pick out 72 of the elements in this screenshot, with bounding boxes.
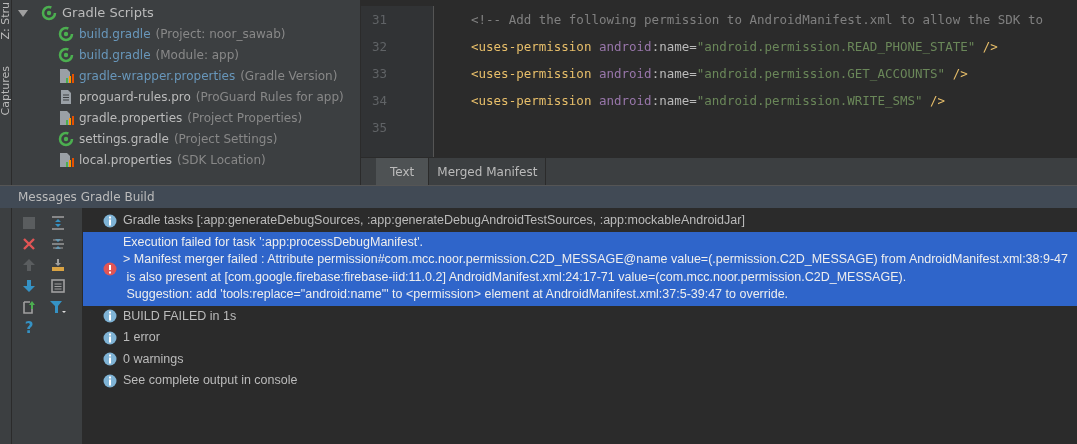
gradle-icon: [58, 130, 74, 147]
info-icon: [103, 309, 117, 324]
properties-file-icon: [58, 109, 74, 126]
file-name[interactable]: local.properties: [79, 152, 172, 167]
file-description: (SDK Location): [177, 152, 266, 167]
code-token: :name=: [651, 66, 697, 81]
code-token: "android.permission.READ_PHONE_STATE": [696, 39, 976, 54]
message-row[interactable]: 0 warnings: [83, 348, 1077, 370]
file-description: (ProGuard Rules for app): [195, 89, 344, 104]
gradle-icon: [58, 25, 74, 42]
console-icon[interactable]: [51, 279, 65, 293]
editor-tab[interactable]: Text: [376, 158, 430, 185]
help-button[interactable]: ?: [24, 320, 34, 336]
code-token: <uses-permission: [471, 93, 593, 108]
message-row[interactable]: 1 error: [83, 327, 1077, 349]
file-name[interactable]: settings.gradle: [79, 131, 169, 146]
message-text: Gradle tasks [:app:generateDebugSources, :app:generateDebugAndroidTestSources, :app:mockableAndroidJar]: [123, 212, 745, 229]
file-description: (Project Settings): [173, 131, 278, 146]
code-token: "android.permission.GET_ACCOUNTS": [696, 66, 946, 81]
info-icon: [103, 330, 117, 345]
file-description: (Gradle Version): [240, 68, 338, 83]
code-token: />: [929, 93, 946, 108]
collapse-all-icon[interactable]: [51, 237, 65, 251]
message-text: 0 warnings: [123, 350, 184, 368]
message-text: BUILD FAILED in 1s: [123, 307, 237, 325]
expand-arrow-icon[interactable]: [18, 7, 28, 18]
file-name[interactable]: gradle-wrapper.properties: [79, 68, 236, 83]
message-text: 1 error: [123, 329, 160, 346]
close-icon[interactable]: [22, 237, 36, 251]
panel-title: Messages Gradle Build: [18, 190, 155, 204]
message-row[interactable]: BUILD FAILED in 1s: [83, 305, 1077, 327]
gradle-icon: [41, 4, 57, 21]
properties-file-icon: [58, 67, 74, 84]
code-token: :name=: [651, 39, 697, 54]
code-token: <uses-permission: [471, 39, 593, 54]
tree-folder-label[interactable]: Gradle Scripts: [62, 5, 154, 20]
file-description: (Project: noor_sawab): [155, 26, 286, 41]
expand-all-icon[interactable]: [51, 216, 65, 230]
file-name[interactable]: proguard-rules.pro: [79, 89, 191, 104]
message-text: Suggestion: add 'tools:replace="android:name"' to <permission> element at AndroidManifest.xml:37:5-39:47 to override.: [125, 286, 790, 303]
file-name[interactable]: build.gradle: [79, 26, 151, 41]
file-description: (Module: app): [155, 47, 239, 62]
file-name[interactable]: build.gradle: [79, 47, 151, 62]
filter-icon[interactable]: [50, 300, 66, 314]
down-arrow-icon[interactable]: [22, 279, 36, 293]
message-text: is also present at [com.google.firebase:firebase-iid:11.0.2] AndroidManifest.xml:24:17-71 value=(com.mcc.noor.permission.C2D_MESSAGE).: [125, 268, 908, 286]
code-token: android: [598, 93, 652, 108]
code-token: :name=: [651, 93, 697, 108]
properties-file-icon: [58, 151, 74, 168]
file-name[interactable]: gradle.properties: [79, 110, 183, 125]
code-token: "android.permission.WRITE_SMS": [696, 93, 923, 108]
message-row[interactable]: [83, 231, 1077, 306]
info-icon: [103, 373, 117, 388]
message-text: > Manifest merger failed : Attribute permission#com.mcc.noor.permission.C2D_MESSAGE@name value=(.permission.C2D_MESSAGE) from AndroidManifest.xml:38:9-47: [123, 251, 1068, 268]
message-text: See complete output in console: [123, 372, 298, 389]
code-token: android: [598, 66, 652, 81]
export-icon[interactable]: [22, 300, 36, 314]
info-icon: [103, 352, 117, 367]
file-description: (Project Properties): [187, 110, 303, 125]
error-icon: [103, 261, 117, 276]
text-file-icon: [58, 88, 74, 105]
code-token: />: [981, 39, 998, 54]
message-text: Execution failed for task ':app:processDebugManifest'.: [123, 233, 425, 251]
info-icon: [103, 213, 117, 228]
download-icon[interactable]: [51, 258, 65, 272]
message-row[interactable]: See complete output in console: [83, 370, 1077, 392]
code-token: android: [598, 39, 652, 54]
code-token: <!-- Add the following permission to AndroidManifest.xml to allow the SDK to: [471, 12, 1043, 27]
message-row[interactable]: Gradle tasks [:app:generateDebugSources, :app:generateDebugAndroidTestSources, :app:mockableAndroidJar]: [83, 210, 1077, 232]
gradle-icon: [58, 46, 74, 63]
code-token: <uses-permission: [471, 66, 593, 81]
code-token: />: [951, 66, 968, 81]
